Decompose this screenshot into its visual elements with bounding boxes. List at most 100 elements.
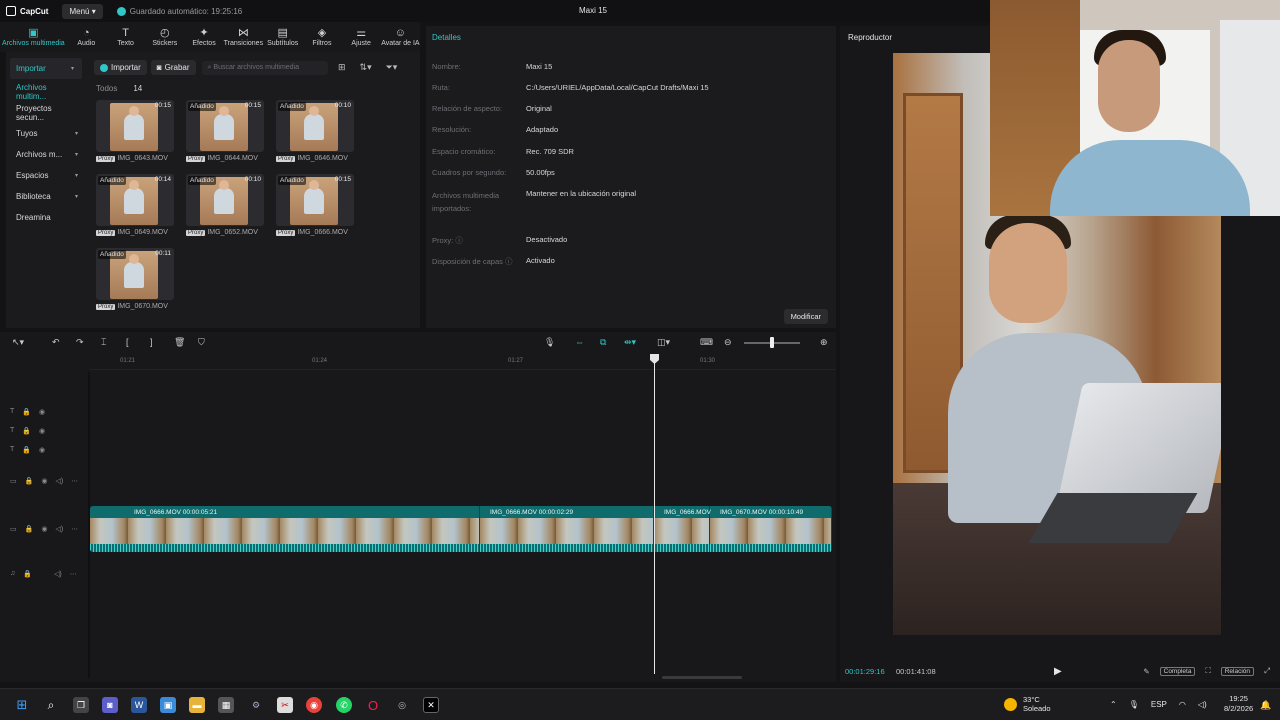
task-view-icon[interactable]: ❐	[73, 697, 89, 713]
eye-icon[interactable]: ◉	[39, 427, 45, 435]
side-nav-item[interactable]: Proyectos secun...	[6, 102, 86, 123]
notifications-icon[interactable]: 🔔	[1258, 697, 1274, 713]
file-explorer-icon[interactable]: ▬	[189, 697, 205, 713]
timeline-ruler[interactable]: 01:21 01:24 01:27 01:30	[90, 356, 836, 370]
toolbar-adjust[interactable]: ⚌ Ajuste	[342, 22, 381, 52]
modify-button[interactable]: Modificar	[783, 309, 828, 324]
redo-icon[interactable]: ↷	[76, 337, 84, 348]
layout-icon[interactable]: ◫▾	[657, 337, 670, 348]
media-thumbnail[interactable]: Añadido 00:15 Proxy IMG_0644.MOV	[186, 100, 264, 162]
fullscreen-icon[interactable]: ⤢	[1264, 666, 1270, 676]
toolbar-audio[interactable]: ◔ Audio	[67, 22, 106, 52]
app-icon[interactable]: ◎	[394, 697, 410, 713]
microphone-tray-icon[interactable]: 🎙	[1129, 700, 1139, 709]
eye-icon[interactable]: ◉	[41, 477, 47, 485]
toolbar-filter[interactable]: ◈ Filtros	[302, 22, 341, 52]
volume-icon[interactable]: ◁)	[1198, 700, 1207, 709]
side-nav-item[interactable]: Archivos m... ▾	[6, 144, 86, 165]
split-icon[interactable]: ⌶	[101, 337, 106, 348]
media-thumbnail[interactable]: Añadido 00:10 Proxy IMG_0646.MOV	[276, 100, 354, 162]
record-button[interactable]: ◙ Grabar	[150, 60, 196, 75]
timeline-clip[interactable]: IMG_0666.MOV 00:00:02:29	[480, 506, 654, 552]
select-tool-icon[interactable]: ↖▾	[12, 337, 24, 348]
preview-axis-icon[interactable]: ⇹▾	[624, 337, 636, 348]
chrome-icon[interactable]: ◉	[306, 697, 322, 713]
capcut-taskbar-icon[interactable]: ✕	[423, 697, 439, 713]
more-icon[interactable]: ⋯	[71, 525, 78, 533]
media-thumbnail[interactable]: Añadido 00:10 Proxy IMG_0652.MOV	[186, 174, 264, 236]
side-nav-item[interactable]: Archivos multim...	[6, 81, 86, 102]
side-nav-item[interactable]: Importar ▾	[10, 58, 82, 79]
lock-icon[interactable]: 🔒	[25, 525, 34, 533]
word-icon[interactable]: W	[131, 697, 147, 713]
side-nav-item[interactable]: Biblioteca ▾	[6, 186, 86, 207]
delete-icon[interactable]: 🗑	[174, 337, 185, 348]
search-icon[interactable]: ⌕	[43, 697, 59, 713]
full-quality-button[interactable]: Completa	[1159, 666, 1196, 676]
eye-icon[interactable]: ◉	[39, 408, 45, 416]
calculator-icon[interactable]: ▦	[218, 697, 234, 713]
toolbar-caption[interactable]: ▤ Subtítulos	[263, 22, 302, 52]
toolbar-sticker[interactable]: ◴ Stickers	[145, 22, 184, 52]
media-thumbnail[interactable]: 00:15 Proxy IMG_0643.MOV	[96, 100, 174, 162]
menu-button[interactable]: Menú ▾	[62, 3, 103, 19]
timeline-clip[interactable]: IMG_0666.MOV 00:00:05:21	[90, 506, 480, 552]
side-nav-item[interactable]: Dreamina	[6, 207, 86, 228]
audio-icon[interactable]: ◁)	[54, 570, 62, 578]
whatsapp-icon[interactable]: ✆	[336, 697, 352, 713]
lock-icon[interactable]: 🔒	[23, 570, 32, 578]
toolbar-transition[interactable]: ⋈ Transiciones	[224, 22, 263, 52]
toolbar-text[interactable]: T Texto	[106, 22, 145, 52]
media-thumbnail[interactable]: Añadido 00:14 Proxy IMG_0649.MOV	[96, 174, 174, 236]
media-thumbnail[interactable]: Añadido 00:11 Proxy IMG_0670.MOV	[96, 248, 174, 310]
media-search-input[interactable]: ⌕ Buscar archivos multimedia	[201, 60, 328, 75]
windows-start-icon[interactable]: ⊞	[14, 697, 30, 713]
lock-icon[interactable]: 🔒	[25, 477, 34, 485]
eye-icon[interactable]: ◉	[39, 446, 45, 454]
timeline-scrollbar[interactable]	[662, 676, 742, 679]
side-nav-item[interactable]: Tuyos ▾	[6, 123, 86, 144]
chevron-up-icon[interactable]: ⌃	[1110, 700, 1117, 709]
snap-icon[interactable]: ⧉	[600, 337, 606, 348]
photos-icon[interactable]: ▣	[160, 697, 176, 713]
more-icon[interactable]: ⋯	[70, 570, 77, 578]
teams-icon[interactable]: ◙	[102, 697, 118, 713]
weather-widget[interactable]: 33°C Soleado	[1004, 695, 1051, 713]
timeline-clip[interactable]: IMG_0670.MOV 00:00:10:49	[710, 506, 832, 552]
settings-icon[interactable]: ⚙	[248, 697, 264, 713]
timeline-clip[interactable]: IMG_0666.MOV	[654, 506, 711, 552]
lock-icon[interactable]: 🔒	[22, 408, 31, 416]
sort-icon[interactable]: ⇅▾	[360, 62, 372, 73]
link-icon[interactable]: ⇔	[575, 337, 584, 347]
zoom-out-icon[interactable]: ⊖	[724, 337, 732, 348]
snipping-icon[interactable]: ✂	[277, 697, 293, 713]
clock[interactable]: 19:25 8/2/2026	[1224, 694, 1253, 714]
zoom-in-icon[interactable]: ⊕	[820, 337, 828, 348]
toolbar-avatar[interactable]: ☺ Avatar de IA	[381, 22, 420, 52]
ratio-button[interactable]: Relación	[1220, 666, 1254, 676]
main-video-track[interactable]: IMG_0666.MOV 00:00:05:21 IMG_0666.MOV 00:…	[90, 506, 832, 552]
edit-icon[interactable]: ✎	[1143, 667, 1149, 676]
language-indicator[interactable]: ESP	[1151, 700, 1167, 709]
zoom-knob[interactable]	[770, 337, 774, 348]
eye-icon[interactable]: ◉	[41, 525, 47, 533]
marker-icon[interactable]: ⛉	[198, 337, 205, 348]
caption-track-icon[interactable]: ⌨	[700, 337, 713, 348]
playhead[interactable]	[654, 356, 655, 674]
split-left-icon[interactable]: [	[126, 337, 129, 347]
lock-icon[interactable]: 🔒	[22, 446, 31, 454]
wifi-icon[interactable]: ◠	[1179, 700, 1186, 709]
grid-view-icon[interactable]: ⊞	[338, 62, 346, 73]
audio-icon[interactable]: ◁)	[55, 525, 63, 533]
lock-icon[interactable]: 🔒	[22, 427, 31, 435]
import-button[interactable]: Importar	[94, 60, 147, 75]
media-thumbnail[interactable]: Añadido 00:15 Proxy IMG_0666.MOV	[276, 174, 354, 236]
undo-icon[interactable]: ↶	[52, 337, 60, 348]
more-icon[interactable]: ⋯	[71, 477, 78, 485]
microphone-icon[interactable]: 🎙	[544, 337, 555, 348]
play-icon[interactable]: ▶	[1054, 666, 1062, 677]
side-nav-item[interactable]: Espacios ▾	[6, 165, 86, 186]
toolbar-effects[interactable]: ✦ Efectos	[184, 22, 223, 52]
filter-icon[interactable]: ⏷▾	[386, 62, 398, 73]
split-right-icon[interactable]: ]	[150, 337, 153, 347]
